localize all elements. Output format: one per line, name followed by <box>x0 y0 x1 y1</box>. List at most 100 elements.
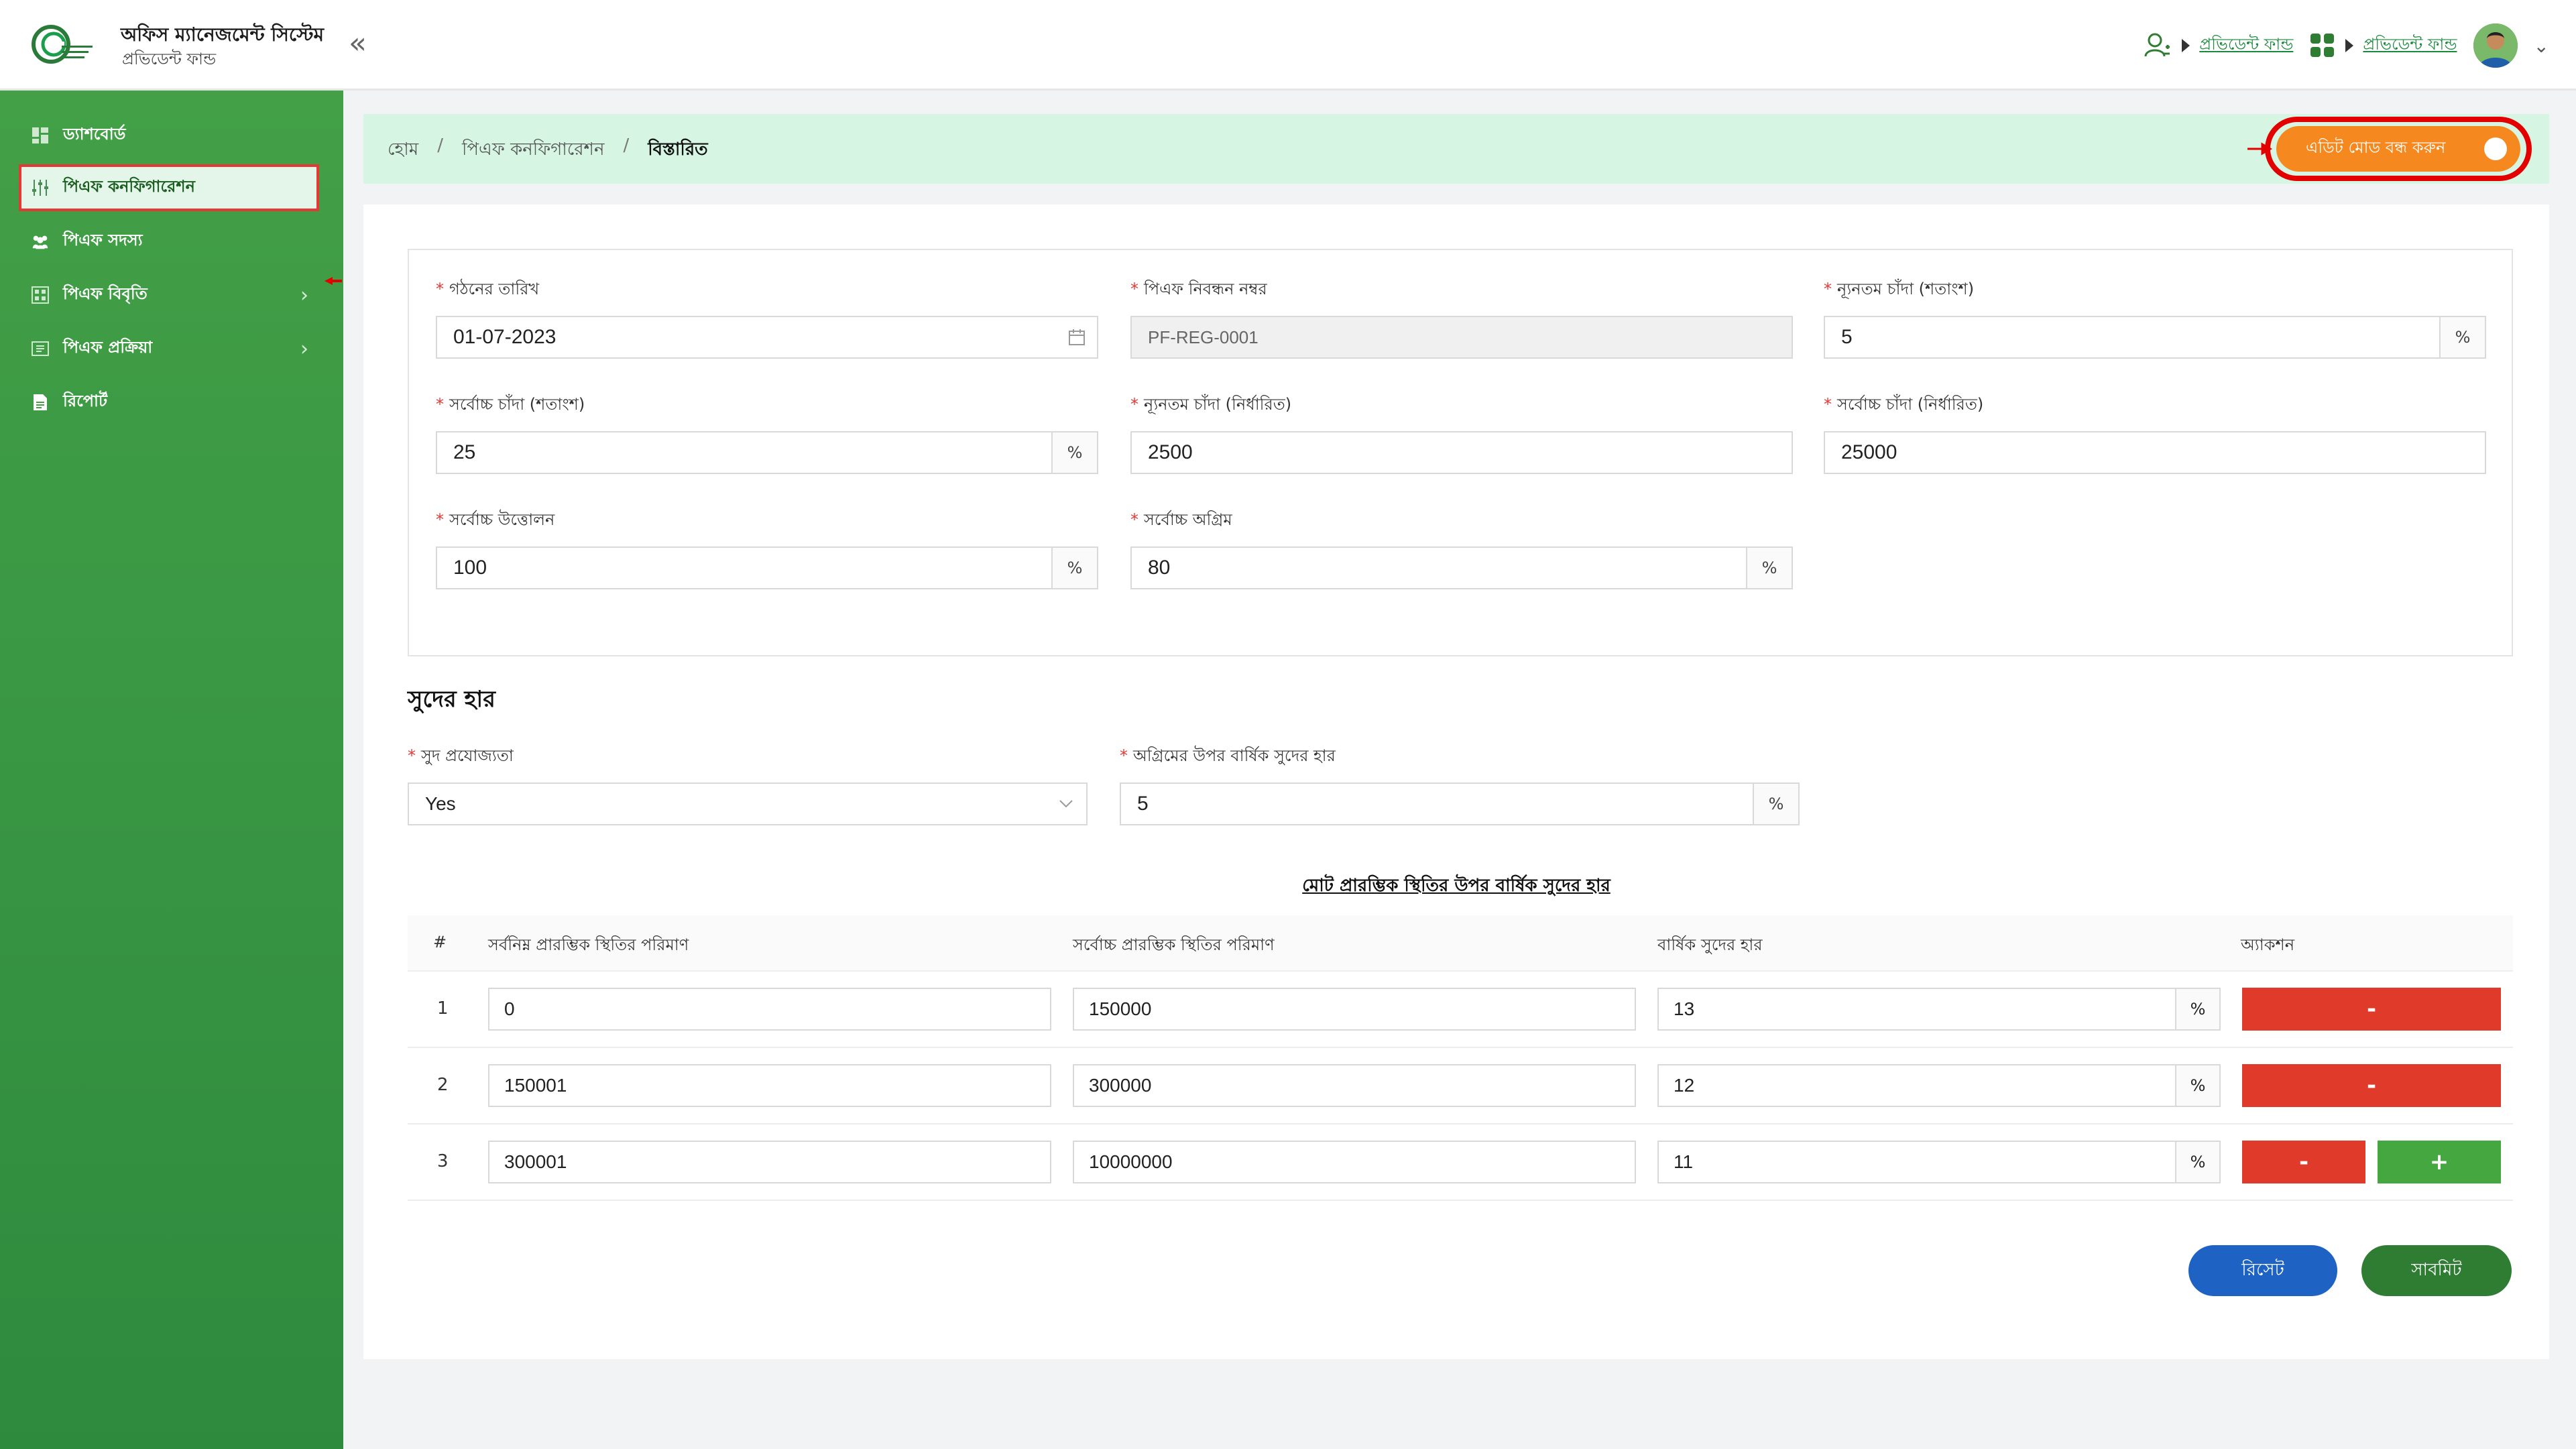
row-index: 2 <box>437 1075 449 1095</box>
percent-suffix: % <box>2175 1065 2219 1106</box>
sidebar-collapse-icon[interactable]: « <box>349 27 378 60</box>
breadcrumb-section[interactable]: পিএফ কনফিগারেশন <box>462 135 605 165</box>
advance-interest-rate-input[interactable]: 5 % <box>1120 783 1800 825</box>
rate-input[interactable]: 12% <box>1657 1064 2221 1107</box>
breadcrumb-arrow-icon <box>2345 39 2354 52</box>
min-balance-input[interactable]: 0 <box>488 988 1051 1031</box>
highlight-arrow-icon <box>325 277 342 285</box>
sidebar-item-label: রিপোর্ট <box>63 392 108 410</box>
field-label: * অগ্রিমের উপর বার্ষিক সুদের হার <box>1120 744 1800 770</box>
remove-row-button[interactable]: - <box>2242 1064 2501 1107</box>
formation-date-value: 01-07-2023 <box>453 326 557 348</box>
module-switch-user[interactable]: প্রভিডেন্ট ফান্ড <box>2143 31 2293 60</box>
submit-button[interactable]: সাবমিট <box>2361 1245 2512 1296</box>
max-withdrawal-value: 100 <box>453 557 487 579</box>
percent-suffix: % <box>1746 548 1792 588</box>
field-formation-date: * গঠনের তারিখ 01-07-2023 <box>436 277 1098 359</box>
config-form-box: * গঠনের তারিখ 01-07-2023 * পিএফ নিবন্ধন নম… <box>408 249 2513 656</box>
col-header-index: # <box>433 933 447 951</box>
field-label: * ন্যূনতম চাঁদা (নির্ধারিত) <box>1130 392 1793 419</box>
max-advance-value: 80 <box>1148 557 1171 579</box>
rate-value: 12 <box>1674 1075 1695 1096</box>
max-contrib-fixed-input[interactable]: 25000 <box>1824 431 2486 474</box>
logo <box>32 25 93 64</box>
breadcrumb-home[interactable]: হোম <box>388 135 418 165</box>
formation-date-input[interactable]: 01-07-2023 <box>436 316 1098 359</box>
min-contrib-fixed-input[interactable]: 2500 <box>1130 431 1793 474</box>
row-index: 3 <box>437 1151 449 1171</box>
sidebar-item-pf-configuration[interactable]: পিএফ কনফিগারেশন <box>19 164 319 211</box>
max-advance-input[interactable]: 80 % <box>1130 546 1793 589</box>
reset-button[interactable]: রিসেট <box>2188 1245 2337 1296</box>
edit-mode-label: এডিট মোড বন্ধ করুন <box>2306 138 2446 157</box>
chevron-down-icon[interactable]: ⌄ <box>2534 35 2549 57</box>
field-advance-interest-rate: * অগ্রিমের উপর বার্ষিক সুদের হার 5 % <box>1120 744 1800 825</box>
max-withdrawal-label: সর্বোচ্চ উত্তোলন <box>449 510 555 529</box>
max-balance-value: 150000 <box>1089 998 1152 1019</box>
interest-table-header: # সর্বনিম্ন প্রারম্ভিক স্থিতির পরিমাণ সর… <box>408 915 2513 972</box>
max-balance-input[interactable]: 10000000 <box>1073 1141 1636 1183</box>
required-mark: * <box>408 746 416 765</box>
min-balance-value: 0 <box>504 998 515 1019</box>
required-mark: * <box>1824 395 1832 414</box>
interest-applicable-select[interactable]: Yes <box>408 783 1088 825</box>
field-max-contrib-percent: * সর্বোচ্চ চাঁদা (শতাংশ) 25 % <box>436 392 1098 474</box>
rate-input[interactable]: 13% <box>1657 988 2221 1031</box>
field-max-contrib-fixed: * সর্বোচ্চ চাঁদা (নির্ধারিত) 25000 <box>1824 392 2486 474</box>
max-withdrawal-input[interactable]: 100 % <box>436 546 1098 589</box>
max-balance-input[interactable]: 300000 <box>1073 1064 1636 1107</box>
min-balance-input[interactable]: 300001 <box>488 1141 1051 1183</box>
sidebar-item-pf-members[interactable]: পিএফ সদস্য <box>21 218 322 265</box>
percent-suffix: % <box>1051 432 1097 473</box>
app-subtitle: প্রভিডেন্ট ফান্ড <box>122 50 217 68</box>
chevron-right-icon: › <box>300 337 308 361</box>
min-balance-input[interactable]: 150001 <box>488 1064 1051 1107</box>
sidebar-item-label: ড্যাশবোর্ড <box>63 125 126 143</box>
max-contrib-percent-input[interactable]: 25 % <box>436 431 1098 474</box>
rate-input[interactable]: 11% <box>1657 1141 2221 1183</box>
breadcrumb-bar: হোম / পিএফ কনফিগারেশন / বিস্তারিত এডিট ম… <box>363 114 2549 184</box>
table-row: 1 0 150000 13% - <box>408 972 2513 1048</box>
remove-row-button[interactable]: - <box>2242 988 2501 1031</box>
add-row-button[interactable]: + <box>2378 1141 2501 1183</box>
dashboard-icon <box>31 126 50 145</box>
max-balance-input[interactable]: 150000 <box>1073 988 1636 1031</box>
report-icon <box>31 393 50 412</box>
apps-grid-icon <box>2310 34 2335 57</box>
module-switch-apps[interactable]: প্রভিডেন্ট ফান্ড <box>2309 32 2457 59</box>
pf-reg-no-label: পিএফ নিবন্ধন নম্বর <box>1144 280 1267 298</box>
min-contrib-percent-input[interactable]: 5 % <box>1824 316 2486 359</box>
table-row: 2 150001 300000 12% - <box>408 1048 2513 1124</box>
pf-reg-no-input: PF-REG-0001 <box>1130 316 1793 359</box>
field-label: * সর্বোচ্চ উত্তোলন <box>436 508 1098 534</box>
sidebar-item-pf-process[interactable]: পিএফ প্রক্রিয়া › <box>21 325 322 372</box>
field-interest-applicable: * সুদ প্রযোজ্যতা Yes <box>408 744 1088 825</box>
sidebar-item-dashboard[interactable]: ড্যাশবোর্ড <box>21 112 322 159</box>
min-balance-value: 300001 <box>504 1151 567 1172</box>
sidebar-item-report[interactable]: রিপোর্ট <box>21 379 322 426</box>
min-contrib-fixed-value: 2500 <box>1148 441 1193 463</box>
col-header-min: সর্বনিম্ন প্রারম্ভিক স্থিতির পরিমাণ <box>488 935 689 954</box>
max-balance-value: 300000 <box>1089 1075 1152 1096</box>
breadcrumb-separator: / <box>623 135 630 156</box>
max-contrib-fixed-label: সর্বোচ্চ চাঁদা (নির্ধারিত) <box>1837 395 1984 414</box>
chevron-right-icon: › <box>300 283 308 307</box>
col-header-rate: বার্ষিক সুদের হার <box>1657 935 1763 954</box>
header-link-pf[interactable]: প্রভিডেন্ট ফান্ড <box>2199 32 2293 59</box>
min-contrib-percent-value: 5 <box>1841 326 1853 348</box>
required-mark: * <box>1824 280 1832 298</box>
main-content: * গঠনের তারিখ 01-07-2023 * পিএফ নিবন্ধন নম… <box>363 205 2549 1359</box>
remove-row-button[interactable]: - <box>2242 1141 2365 1183</box>
avatar-icon <box>2473 23 2518 68</box>
required-mark: * <box>436 395 444 414</box>
user-avatar[interactable] <box>2473 23 2518 68</box>
advance-rate-label: অগ্রিমের উপর বার্ষিক সুদের হার <box>1133 746 1336 765</box>
calendar-icon[interactable] <box>1057 329 1097 346</box>
required-mark: * <box>1130 395 1138 414</box>
edit-mode-toggle-button[interactable]: এডিট মোড বন্ধ করুন <box>2276 126 2520 172</box>
header-link-pf-2[interactable]: প্রভিডেন্ট ফান্ড <box>2363 32 2457 59</box>
field-min-contrib-percent: * ন্যূনতম চাঁদা (শতাংশ) 5 % <box>1824 277 2486 359</box>
sidebar-item-pf-statement[interactable]: পিএফ বিবৃতি › <box>21 272 322 318</box>
required-mark: * <box>1130 510 1138 529</box>
sidebar-item-label: পিএফ সদস্য <box>63 231 143 249</box>
